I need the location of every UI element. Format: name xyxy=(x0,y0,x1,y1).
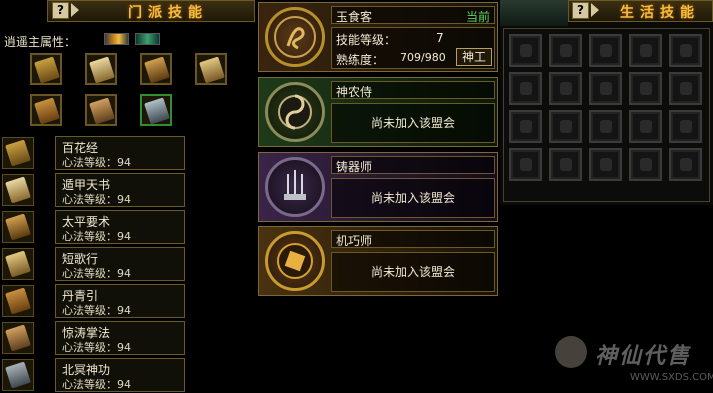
skill-book-icon[interactable] xyxy=(2,137,34,169)
life-skill-slot[interactable] xyxy=(669,72,702,105)
divine-craft-button[interactable]: 神工 xyxy=(456,48,492,66)
skill-row[interactable]: 惊涛掌法 心法等级：94 xyxy=(55,321,185,355)
watermark-mascot-icon xyxy=(555,336,587,368)
skill-book-icon[interactable] xyxy=(85,94,117,126)
skill-book-icon[interactable] xyxy=(2,211,34,243)
help-button[interactable]: ? xyxy=(52,2,69,19)
life-skill-slot[interactable] xyxy=(509,34,542,67)
skill-book-icon[interactable] xyxy=(2,359,34,391)
guild-name-box: 铸器师 xyxy=(331,156,495,174)
life-skills-panel: ? 生活技能 xyxy=(500,0,713,205)
life-skill-slot[interactable] xyxy=(629,110,662,143)
guild-status-text: 尚未加入该盟会 xyxy=(370,116,455,130)
life-skill-slot[interactable] xyxy=(549,148,582,181)
guild-status-text: 尚未加入该盟会 xyxy=(370,265,455,279)
smith-emblem-icon xyxy=(265,157,325,217)
help-button[interactable]: ? xyxy=(572,2,589,19)
life-skill-slot[interactable] xyxy=(509,148,542,181)
skill-book-icon[interactable] xyxy=(2,174,34,206)
skill-book-icon[interactable] xyxy=(2,285,34,317)
skill-book-icon[interactable] xyxy=(85,53,117,85)
life-skill-slot[interactable] xyxy=(549,34,582,67)
life-skill-slot[interactable] xyxy=(509,110,542,143)
guild-status-box: 尚未加入该盟会 xyxy=(331,103,495,143)
skill-level: 心法等级：94 xyxy=(62,341,131,354)
guild-name: 铸器师 xyxy=(336,160,373,174)
watermark-text: 神仙代售 xyxy=(595,344,692,369)
life-skill-slot[interactable] xyxy=(629,34,662,67)
life-skills-title: 生活技能 xyxy=(620,5,700,21)
skill-level: 心法等级：94 xyxy=(62,378,131,391)
life-skill-slot[interactable] xyxy=(669,110,702,143)
skill-book-icon[interactable] xyxy=(195,53,227,85)
proficiency-label: 熟练度： xyxy=(336,53,385,67)
guild-status-box: 尚未加入该盟会 xyxy=(331,252,495,292)
attribute-wind-icon xyxy=(135,33,160,45)
life-skill-slot[interactable] xyxy=(589,148,622,181)
skill-row[interactable]: 百花经 心法等级：94 xyxy=(55,136,185,170)
shennong-emblem-icon xyxy=(265,82,325,142)
skill-row[interactable]: 遁甲天书 心法等级：94 xyxy=(55,173,185,207)
artisan-emblem-icon xyxy=(265,231,325,291)
skill-row[interactable]: 太平要术 心法等级：94 xyxy=(55,210,185,244)
skill-book-icon-selected[interactable] xyxy=(140,94,172,126)
watermark-url: WWW.SXDS.COM xyxy=(630,372,713,383)
guild-name: 机巧师 xyxy=(336,234,373,248)
current-badge: 当前 xyxy=(465,10,490,24)
life-skill-slot[interactable] xyxy=(589,34,622,67)
life-skill-slot[interactable] xyxy=(669,148,702,181)
skill-level-value: 7 xyxy=(436,31,444,45)
life-skills-header-decor xyxy=(500,0,568,26)
skill-book-icon[interactable] xyxy=(2,248,34,280)
help-arrow-icon xyxy=(591,3,599,17)
skill-row[interactable]: 丹青引 心法等级：94 xyxy=(55,284,185,318)
guild-name: 玉食客 xyxy=(336,10,373,24)
guild-name-box: 玉食客 当前 xyxy=(331,6,495,24)
skill-row[interactable]: 北冥神功 心法等级：94 xyxy=(55,358,185,392)
life-skill-slot[interactable] xyxy=(549,110,582,143)
attribute-fire-icon xyxy=(104,33,129,45)
skill-row[interactable]: 短歌行 心法等级：94 xyxy=(55,247,185,281)
life-skill-slot[interactable] xyxy=(549,72,582,105)
skill-level: 心法等级：94 xyxy=(62,193,131,206)
guild-status-box: 尚未加入该盟会 xyxy=(331,178,495,218)
sect-skills-panel: ? 门派技能 逍遥主属性： 百花经 心法等级：94 遁甲天书 心法等级：94 太… xyxy=(0,0,255,393)
life-skill-slot[interactable] xyxy=(589,110,622,143)
skill-level: 心法等级：94 xyxy=(62,156,131,169)
skill-book-icon[interactable] xyxy=(30,94,62,126)
guild-name: 神农侍 xyxy=(336,85,373,99)
guild-stats-box: 技能等级： 7 熟练度： 709/980 神工 xyxy=(331,27,495,69)
life-skill-slot[interactable] xyxy=(509,72,542,105)
guild-card-smith[interactable]: 铸器师 尚未加入该盟会 xyxy=(258,152,498,222)
skill-level: 心法等级：94 xyxy=(62,304,131,317)
life-skill-slot[interactable] xyxy=(629,148,662,181)
life-skill-slot[interactable] xyxy=(669,34,702,67)
skill-level-label: 技能等级： xyxy=(336,33,397,47)
guild-name-box: 机巧师 xyxy=(331,230,495,248)
gourmet-emblem-icon xyxy=(265,7,325,67)
guild-card-artisan[interactable]: 机巧师 尚未加入该盟会 xyxy=(258,226,498,296)
life-skill-slot[interactable] xyxy=(589,72,622,105)
proficiency-value: 709/980 xyxy=(400,51,446,64)
skill-level: 心法等级：94 xyxy=(62,267,131,280)
guild-card-shennong[interactable]: 神农侍 尚未加入该盟会 xyxy=(258,77,498,147)
guild-name-box: 神农侍 xyxy=(331,81,495,99)
skill-level: 心法等级：94 xyxy=(62,230,131,243)
skill-book-icon[interactable] xyxy=(140,53,172,85)
guild-card-gourmet[interactable]: 玉食客 当前 技能等级： 7 熟练度： 709/980 神工 xyxy=(258,2,498,72)
sect-skills-title: 门派技能 xyxy=(128,5,208,21)
skill-book-icon[interactable] xyxy=(2,322,34,354)
attribute-label: 逍遥主属性： xyxy=(4,35,77,49)
help-arrow-icon xyxy=(71,3,79,17)
skill-book-icon[interactable] xyxy=(30,53,62,85)
guild-status-text: 尚未加入该盟会 xyxy=(370,191,455,205)
life-skill-slot[interactable] xyxy=(629,72,662,105)
